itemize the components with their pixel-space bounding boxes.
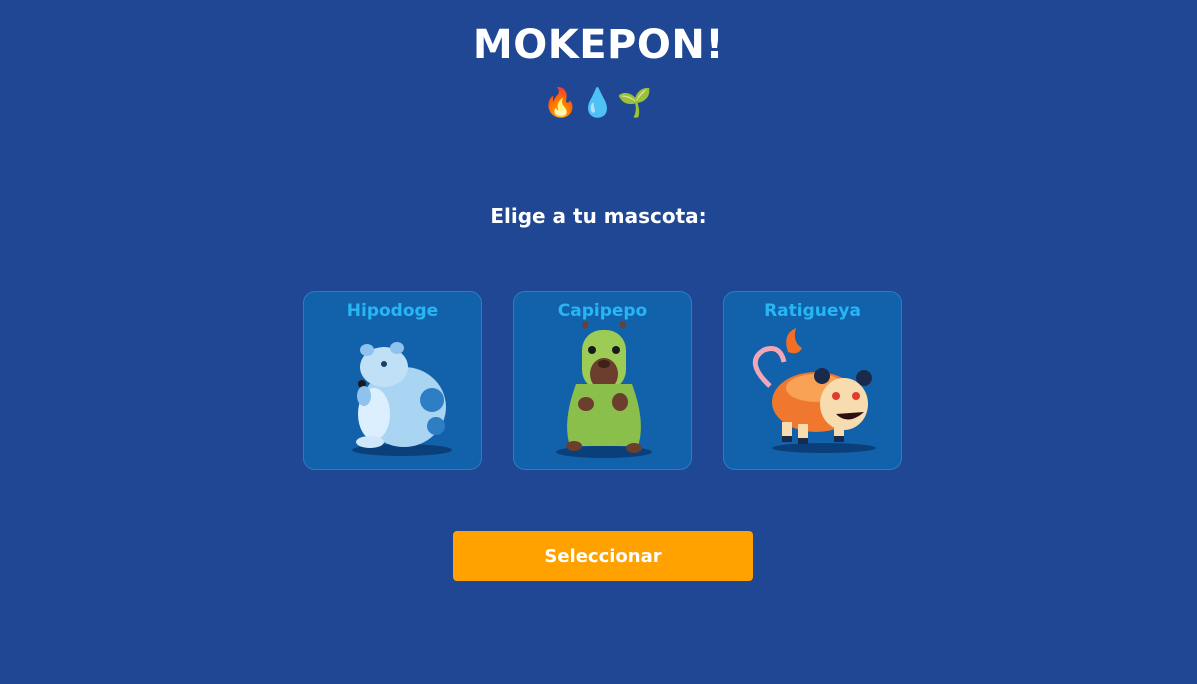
pet-card-hipodoge[interactable]: Hipodoge <box>303 291 482 470</box>
ratigueya-image <box>752 328 876 453</box>
select-button[interactable]: Seleccionar <box>453 531 753 581</box>
pet-name: Ratigueya <box>764 301 861 321</box>
capipepo-image <box>556 322 652 458</box>
hipodoge-image <box>352 342 452 456</box>
fire-icon: 🔥 <box>543 86 581 119</box>
mokepon-page: MOKEPON! 🔥💧🌱 Elige a tu mascota: Hipodog… <box>0 0 1197 684</box>
pet-card-ratigueya[interactable]: Ratigueya <box>723 291 902 470</box>
pet-cards: Hipodoge Capipepo Ratigueya <box>303 291 902 470</box>
element-icons: 🔥💧🌱 <box>0 86 1197 119</box>
page-title: MOKEPON! <box>472 22 725 68</box>
pet-name: Hipodoge <box>346 301 439 321</box>
pet-card-capipepo[interactable]: Capipepo <box>513 291 692 470</box>
pet-name: Capipepo <box>557 301 648 321</box>
water-drop-icon: 💧 <box>580 86 617 119</box>
seedling-icon: 🌱 <box>616 86 654 119</box>
pet-selection-prompt: Elige a tu mascota: <box>490 204 707 228</box>
